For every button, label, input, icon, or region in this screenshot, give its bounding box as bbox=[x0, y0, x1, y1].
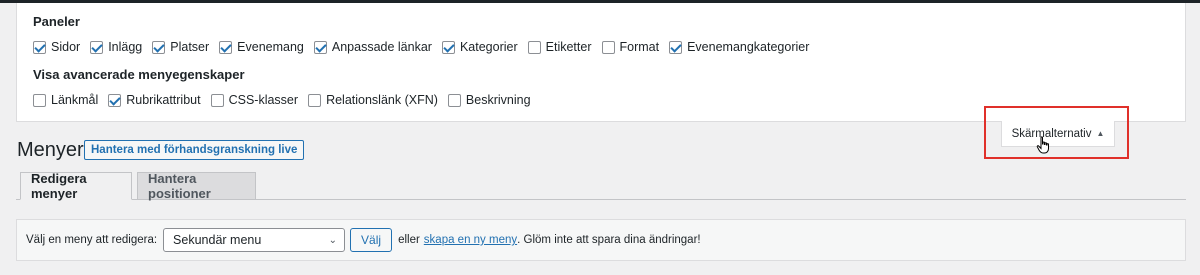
option-label: Etiketter bbox=[545, 40, 592, 54]
checkbox[interactable] bbox=[669, 40, 683, 54]
panel-option-kategorier[interactable]: Kategorier bbox=[441, 40, 518, 54]
panel-option-inl-gg[interactable]: Inlägg bbox=[90, 40, 142, 54]
panel-option-evenemangkategorier[interactable]: Evenemangkategorier bbox=[669, 40, 809, 54]
highlight-annotation bbox=[984, 106, 1129, 159]
option-label: Sidor bbox=[51, 40, 81, 54]
menu-select-label: Välj en meny att redigera: bbox=[26, 234, 158, 246]
menu-select-dropdown[interactable]: Sekundär menu ⌄ bbox=[163, 228, 346, 252]
page-title: Menyer bbox=[17, 139, 84, 161]
hand-cursor-icon bbox=[1036, 136, 1049, 154]
option-label: Anpassade länkar bbox=[331, 40, 432, 54]
checkbox[interactable] bbox=[601, 40, 615, 54]
checkbox[interactable] bbox=[313, 40, 327, 54]
advanced-heading: Visa avancerade menyegenskaper bbox=[33, 67, 245, 82]
checkbox[interactable] bbox=[108, 93, 122, 107]
panels-heading: Paneler bbox=[33, 14, 80, 29]
select-menu-button[interactable]: Välj bbox=[350, 228, 393, 252]
chevron-down-icon: ⌄ bbox=[328, 234, 338, 246]
option-label: Beskrivning bbox=[465, 93, 531, 107]
option-label: Evenemang bbox=[237, 40, 304, 54]
advanced-option-beskrivning[interactable]: Beskrivning bbox=[447, 93, 531, 107]
checkbox[interactable] bbox=[152, 40, 166, 54]
or-text: eller bbox=[398, 234, 420, 246]
advanced-options: Länkmål Rubrikattribut CSS-klasser Relation… bbox=[33, 93, 541, 107]
checkbox[interactable] bbox=[90, 40, 104, 54]
checkbox[interactable] bbox=[219, 40, 233, 54]
tab-manage-locations[interactable]: Hantera positioner bbox=[137, 171, 256, 201]
checkbox[interactable] bbox=[527, 40, 541, 54]
tab-edit-menus[interactable]: Redigera menyer bbox=[20, 171, 132, 201]
panel-option-sidor[interactable]: Sidor bbox=[33, 40, 80, 54]
advanced-option-l-nkm-l[interactable]: Länkmål bbox=[33, 93, 98, 107]
checkbox[interactable] bbox=[447, 93, 461, 107]
panel-option-evenemang[interactable]: Evenemang bbox=[219, 40, 304, 54]
manage-live-preview-button[interactable]: Hantera med förhandsgranskning live bbox=[84, 140, 305, 160]
option-label: Relationslänk (XFN) bbox=[326, 93, 438, 107]
checkbox[interactable] bbox=[33, 93, 46, 107]
panels-options: Sidor Inlägg Platser Evenemang Anpassade län… bbox=[33, 40, 819, 54]
option-label: Inlägg bbox=[108, 40, 143, 54]
save-reminder-text: . Glöm inte att spara dina ändringar! bbox=[517, 234, 701, 246]
advanced-option-relationsl-nk-xfn[interactable]: Relationslänk (XFN) bbox=[308, 93, 438, 107]
panel-option-format[interactable]: Format bbox=[601, 40, 660, 54]
option-label: Kategorier bbox=[459, 40, 518, 54]
option-label: Platser bbox=[170, 40, 210, 54]
panel-option-platser[interactable]: Platser bbox=[152, 40, 209, 54]
create-new-menu-link[interactable]: skapa en ny meny bbox=[424, 234, 517, 246]
panel-option-etiketter[interactable]: Etiketter bbox=[527, 40, 592, 54]
option-label: CSS-klasser bbox=[228, 93, 299, 107]
advanced-option-css-klasser[interactable]: CSS-klasser bbox=[210, 93, 299, 107]
menu-select-value: Sekundär menu bbox=[173, 233, 262, 247]
menu-select-bar: Välj en meny att redigera: Sekundär menu… bbox=[16, 219, 1186, 261]
option-label: Rubrikattribut bbox=[126, 93, 201, 107]
checkbox[interactable] bbox=[441, 40, 455, 54]
screen-options-panel: Paneler Sidor Inlägg Platser Evenemang Anpas… bbox=[16, 3, 1186, 122]
option-label: Evenemangkategorier bbox=[687, 40, 810, 54]
checkbox[interactable] bbox=[308, 93, 322, 107]
checkbox[interactable] bbox=[210, 93, 224, 107]
option-label: Länkmål bbox=[51, 93, 99, 107]
checkbox[interactable] bbox=[33, 40, 46, 54]
option-label: Format bbox=[619, 40, 660, 54]
panel-option-anpassade-l-nkar[interactable]: Anpassade länkar bbox=[313, 40, 432, 54]
advanced-option-rubrikattribut[interactable]: Rubrikattribut bbox=[108, 93, 201, 107]
